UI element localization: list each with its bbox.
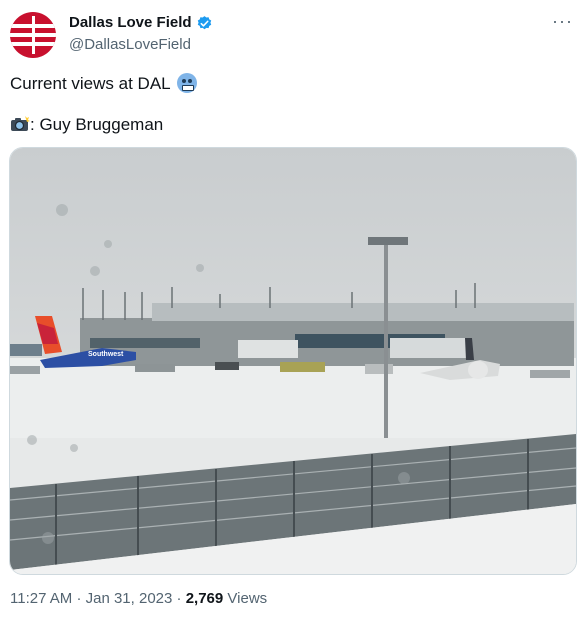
avatar[interactable] (10, 12, 56, 58)
tweet-text: Current views at DAL (10, 74, 170, 93)
views-label: Views (227, 590, 268, 607)
cold-face-emoji-icon (176, 73, 197, 93)
tweet-time[interactable]: 11:27 AM (10, 590, 72, 607)
author-name-row: Dallas Love Field (69, 14, 213, 32)
tweet-date[interactable]: Jan 31, 2023 (86, 590, 173, 607)
tweet-meta: 11:27 AM · Jan 31, 2023 · 2,769 Views (10, 590, 267, 608)
airport-snow-photo: Southwest (10, 148, 576, 574)
meta-separator: · (76, 590, 82, 607)
verified-badge-icon (197, 15, 211, 29)
tweet-text-line1: Current views at DAL (10, 73, 197, 95)
livery-text: Southwest (88, 351, 124, 358)
tweet-text-line2: : Guy Bruggeman (10, 114, 163, 136)
meta-separator-2: · (176, 590, 182, 607)
photo-credit: : Guy Bruggeman (30, 115, 164, 134)
author-handle[interactable]: @DallasLoveField (69, 36, 191, 54)
display-name[interactable]: Dallas Love Field (69, 14, 192, 32)
tweet-header: Dallas Love Field @DallasLoveField ··· (10, 10, 575, 58)
views-count: 2,769 (185, 590, 224, 607)
camera-flash-emoji-icon (11, 116, 30, 131)
more-options-icon[interactable]: ··· (552, 12, 573, 30)
tweet-photo[interactable]: Southwest (9, 147, 577, 575)
